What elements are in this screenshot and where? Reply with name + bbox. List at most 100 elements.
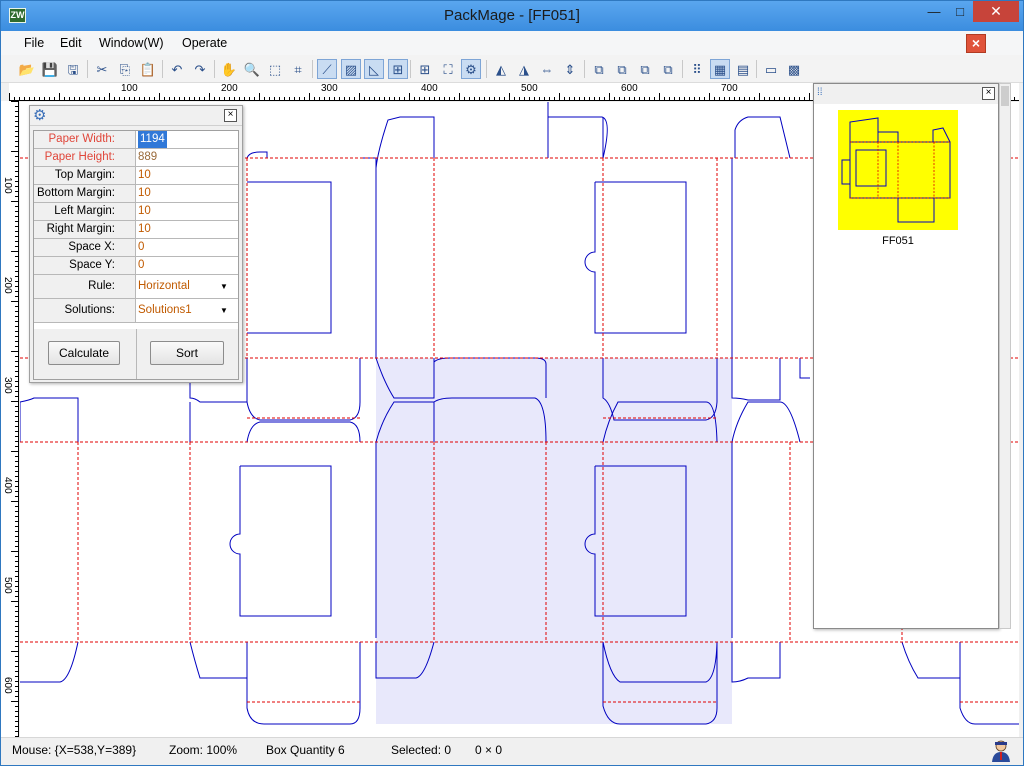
paper-height-field[interactable]: 889	[138, 149, 157, 166]
app-window: ZW PackMage - [FF051] — □ ✕ File Edit Wi…	[0, 0, 1024, 766]
cut-icon[interactable]: ✂	[92, 59, 112, 79]
crop-icon[interactable]: ⌗	[288, 59, 308, 79]
paper-width-field[interactable]: 1194	[138, 131, 167, 148]
draw-line-icon[interactable]: ⟋	[317, 59, 337, 79]
undo-icon[interactable]: ↶	[167, 59, 187, 79]
gear-icon[interactable]: ⚙	[461, 59, 481, 79]
ruler-label: 300	[2, 377, 13, 394]
triangle-fill-icon[interactable]: ◺	[364, 59, 384, 79]
solutions-select[interactable]: Solutions1	[138, 299, 192, 322]
solutions-row: Solutions: Solutions1 ▼	[34, 299, 238, 323]
property-grid: Paper Width: 1194 Paper Height: 889 Top …	[33, 130, 239, 380]
toolbar-separator	[312, 60, 313, 78]
preview-scrollbar[interactable]	[999, 83, 1011, 629]
bottom-margin-field[interactable]: 10	[138, 185, 151, 202]
toolbar: 📂 💾 🖫 ✂ ⎘ 📋 ↶ ↷ ✋ 🔍 ⬚ ⌗ ⟋ ▨ ◺ ⊞ ⊞ ⛶ ⚙ ◭ ◮ ⇔ ⇕ ⧉ ⧉ ⧉ ⧉ ⠿ ▦ ▤ ▭ ▩	[1, 55, 1023, 83]
copy-icon[interactable]: ⎘	[115, 59, 135, 79]
hatch-icon[interactable]: ▨	[341, 59, 361, 79]
close-button[interactable]: ✕	[973, 1, 1019, 22]
panel-header[interactable]: ⚙ ×	[30, 106, 242, 126]
grid-four-icon[interactable]: ⊞	[415, 59, 435, 79]
maximize-button[interactable]: □	[947, 1, 973, 22]
menu-operate[interactable]: Operate	[182, 36, 227, 50]
chevron-down-icon[interactable]: ▼	[220, 282, 228, 291]
box-thumbnail[interactable]	[838, 110, 958, 230]
rule-select[interactable]: Horizontal	[138, 275, 190, 298]
document-close-button[interactable]: ×	[966, 34, 986, 53]
align-b-icon[interactable]: ⧉	[612, 59, 632, 79]
thumbnail-label: FF051	[882, 235, 914, 247]
save-icon[interactable]: 💾	[40, 59, 60, 79]
space-y-row: Space Y: 0	[34, 257, 238, 275]
flip-horizontal-icon[interactable]: ⇔	[537, 59, 557, 79]
preview-header[interactable]: ⁞⁞ ×	[814, 84, 998, 104]
space-y-label: Space Y:	[34, 257, 136, 274]
ruler-ticks	[11, 101, 19, 737]
menu-file[interactable]: File	[24, 36, 44, 50]
ruler-label: 600	[2, 677, 13, 694]
panel-close-button[interactable]: ×	[224, 109, 237, 122]
right-margin-field[interactable]: 10	[138, 221, 151, 238]
ruler-label: 500	[2, 577, 13, 594]
mirror-left-icon[interactable]: ◭	[491, 59, 511, 79]
left-margin-row: Left Margin: 10	[34, 203, 238, 221]
chevron-down-icon[interactable]: ▼	[220, 306, 228, 315]
toolbar-separator	[584, 60, 585, 78]
fit-icon[interactable]: ⛶	[438, 59, 458, 79]
panel-button-area: Calculate Sort	[34, 329, 238, 379]
top-margin-field[interactable]: 10	[138, 167, 151, 184]
maximize-icon: □	[956, 4, 964, 19]
ruler-label: 400	[2, 477, 13, 494]
minimize-button[interactable]: —	[921, 1, 947, 22]
mirror-right-icon[interactable]: ◮	[514, 59, 534, 79]
layout-grid-icon[interactable]: ⠿	[687, 59, 707, 79]
vertical-ruler: 100 200 300 400 500 600	[1, 101, 19, 737]
zoom-level: Zoom: 100%	[169, 743, 238, 757]
space-y-field[interactable]: 0	[138, 257, 144, 274]
menu-window[interactable]: Window(W)	[99, 36, 164, 50]
preview-close-button[interactable]: ×	[982, 87, 995, 100]
gear-icon: ⚙	[33, 107, 47, 124]
box-thumbnail-drawing	[841, 117, 951, 223]
space-x-field[interactable]: 0	[138, 239, 144, 256]
selected-box-highlight	[376, 358, 732, 724]
align-a-icon[interactable]: ⧉	[589, 59, 609, 79]
status-bar: Mouse: {X=538,Y=389} Zoom: 100% Box Quan…	[1, 737, 1023, 765]
window-icon[interactable]: ▭	[761, 59, 781, 79]
box-preview-panel: ⁞⁞ × FF051	[813, 83, 999, 629]
layout-active-icon[interactable]: ▦	[710, 59, 730, 79]
align-d-icon[interactable]: ⧉	[658, 59, 678, 79]
calculate-button[interactable]: Calculate	[48, 341, 120, 365]
menu-edit[interactable]: Edit	[60, 36, 82, 50]
sort-button[interactable]: Sort	[150, 341, 224, 365]
title-bar[interactable]: ZW PackMage - [FF051] — □ ✕	[1, 1, 1023, 31]
ruler-label: 100	[121, 83, 138, 94]
user-avatar-icon[interactable]	[989, 738, 1013, 762]
selection-size: 0 × 0	[475, 743, 503, 757]
minimize-icon: —	[927, 4, 941, 19]
scrollbar-thumb[interactable]	[1001, 86, 1009, 106]
table-icon[interactable]: ▤	[733, 59, 753, 79]
paper-width-row: Paper Width: 1194	[34, 131, 238, 149]
save-all-icon[interactable]: 🖫	[63, 59, 83, 79]
frame-icon[interactable]: ⊞	[388, 59, 408, 79]
align-c-icon[interactable]: ⧉	[635, 59, 655, 79]
left-margin-label: Left Margin:	[34, 203, 136, 220]
redo-icon[interactable]: ↷	[190, 59, 210, 79]
right-margin-row: Right Margin: 10	[34, 221, 238, 239]
paste-icon[interactable]: 📋	[138, 59, 158, 79]
divider	[136, 329, 137, 379]
mouse-position: Mouse: {X=538,Y=389}	[12, 743, 137, 757]
toolbar-separator	[87, 60, 88, 78]
left-margin-field[interactable]: 10	[138, 203, 151, 220]
right-margin-label: Right Margin:	[34, 221, 136, 238]
open-folder-icon[interactable]: 📂	[17, 59, 37, 79]
flip-vertical-icon[interactable]: ⇕	[560, 59, 580, 79]
bottom-margin-row: Bottom Margin: 10	[34, 185, 238, 203]
close-icon: ×	[971, 35, 981, 51]
select-rect-icon[interactable]: ⬚	[265, 59, 285, 79]
ruler-label: 500	[521, 83, 538, 94]
hand-pan-icon[interactable]: ✋	[219, 59, 239, 79]
zoom-icon[interactable]: 🔍	[242, 59, 262, 79]
palette-icon[interactable]: ▩	[784, 59, 804, 79]
